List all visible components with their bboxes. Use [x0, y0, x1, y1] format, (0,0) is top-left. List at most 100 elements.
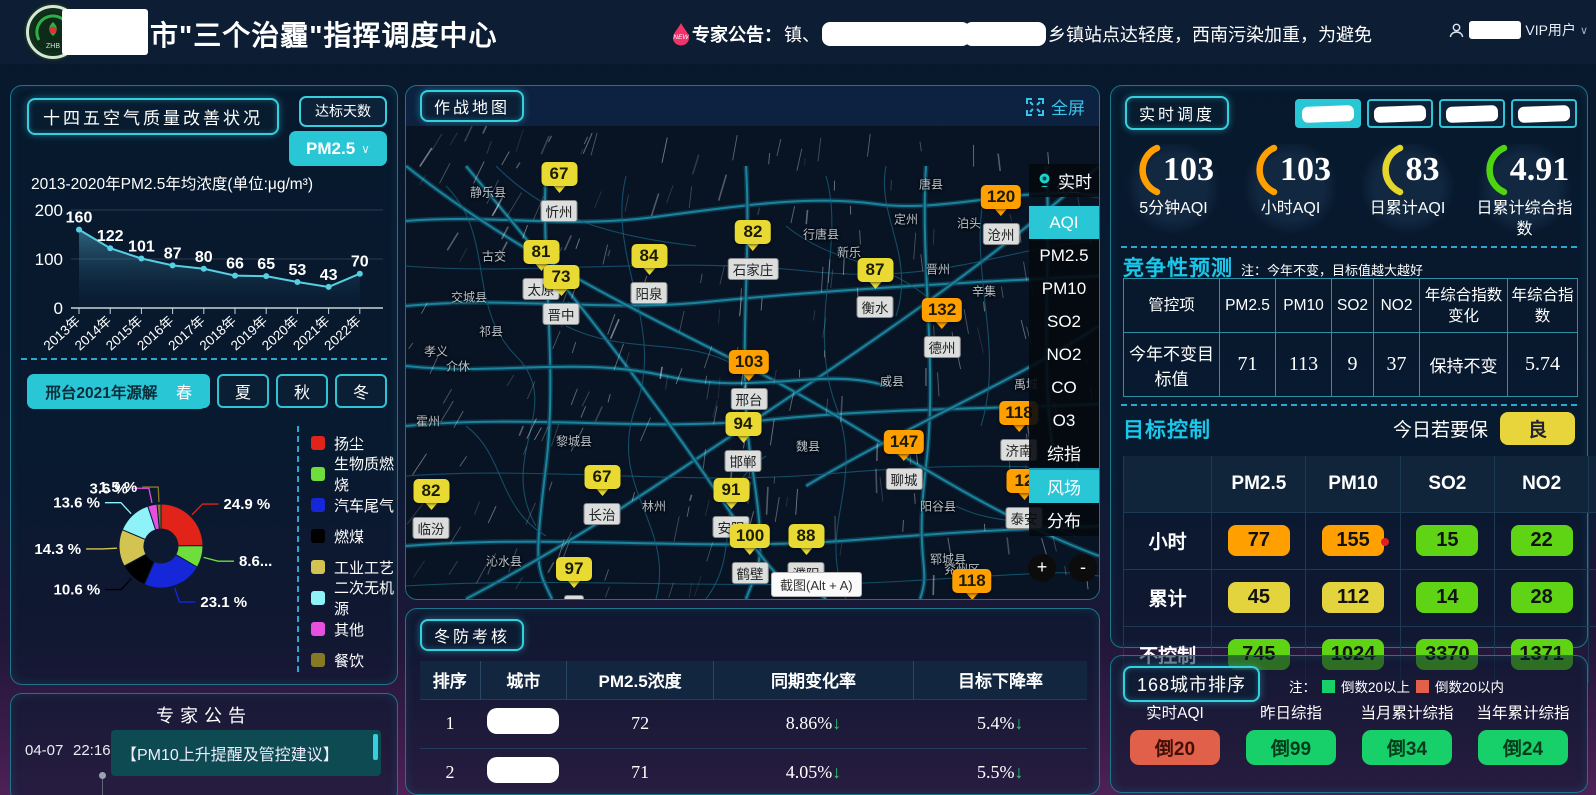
svg-text:160: 160	[66, 210, 93, 227]
map-menu-item-风场[interactable]: 风场	[1029, 470, 1099, 503]
ranking-legend-swatch	[1416, 680, 1429, 693]
target-col-PM10: PM10	[1306, 456, 1400, 512]
city-marker-沧州[interactable]: 120沧州	[981, 185, 1021, 245]
map-menu-item-分布[interactable]: 分布	[1029, 503, 1099, 536]
city-marker-忻州[interactable]: 67忻州	[541, 162, 578, 222]
city-marker-衡水[interactable]: 87衡水	[857, 258, 894, 318]
prediction-table: 管控项PM2.5PM10SO2NO2年综合指数变化年综合指数 今年不变目标值71…	[1123, 278, 1578, 397]
ranking-column-label: 实时AQI	[1120, 704, 1230, 724]
gauge-label: 日累计综合指数	[1470, 198, 1580, 240]
map-menu-item-PM10[interactable]: PM10	[1029, 272, 1099, 305]
map-menu-item-AQI[interactable]: AQI	[1029, 206, 1099, 239]
target-col-row-label	[1124, 456, 1212, 512]
map-canvas[interactable]: 静乐县唐县任丘定州河间行唐县新乐泊头古交晋州辛集交城县祁县孝义介休威县禹城齐河县…	[406, 126, 1099, 599]
city-marker-德州[interactable]: 132德州	[922, 298, 962, 358]
city-marker-临汾[interactable]: 82临汾	[413, 479, 450, 539]
svg-text:1.5 %: 1.5 %	[99, 479, 137, 496]
dispatch-tab-4[interactable]	[1511, 99, 1577, 128]
svg-text:87: 87	[164, 245, 182, 262]
redacted-username	[1469, 21, 1521, 39]
user-menu[interactable]: VIP用户 ∨	[1448, 20, 1588, 40]
dispatch-tab-3[interactable]	[1439, 99, 1505, 128]
svg-text:101: 101	[128, 239, 155, 256]
map-label-黎城县: 黎城县	[556, 433, 592, 450]
prediction-note: 注：今年不变，目标值越大越好	[1241, 260, 1423, 279]
marker-pointer	[737, 436, 749, 449]
svg-text:53: 53	[289, 262, 307, 279]
marker-value: 147	[884, 430, 924, 454]
scrollbar[interactable]	[373, 734, 378, 760]
marker-city-label: 忻州	[541, 200, 578, 222]
marker-value: 94	[725, 412, 761, 436]
city-marker-聊城[interactable]: 147聊城	[884, 430, 924, 490]
redacted-tab-label	[1518, 105, 1571, 123]
marker-city-label: 邢台	[731, 388, 768, 410]
map-title: 作战地图	[420, 90, 524, 122]
marker-pointer	[555, 289, 567, 302]
expert-announcement-ticker[interactable]: NEW 专家公告： 镇、 乡镇站点达轻度，西南污染加重，为避免	[672, 20, 1442, 48]
target-control-title: 目标控制	[1123, 419, 1211, 442]
svg-text:66: 66	[226, 256, 244, 273]
season-tab-秋[interactable]: 秋	[276, 374, 328, 408]
marker-value: 82	[413, 479, 449, 503]
map-menu-item-综指[interactable]: 综指	[1029, 437, 1099, 470]
svg-text:70: 70	[351, 254, 369, 271]
fullscreen-button[interactable]: 全屏	[1026, 94, 1085, 119]
city-marker-晋中[interactable]: 73晋中	[543, 265, 580, 325]
user-label: VIP用户	[1525, 20, 1576, 40]
marker-value: 132	[922, 298, 962, 322]
dispatch-tab-1[interactable]	[1295, 99, 1361, 128]
map-menu-item-PM2.5[interactable]: PM2.5	[1029, 239, 1099, 272]
reach-days-button[interactable]: 达标天数	[299, 96, 387, 127]
city-marker-鹤壁[interactable]: 100鹤壁	[730, 524, 770, 584]
map-menu-realtime[interactable]: 实时	[1029, 164, 1099, 197]
table-row: 1728.86%↓5.4%↓	[420, 699, 1087, 748]
value-badge: 112	[1322, 582, 1384, 613]
map-menu-item-NO2[interactable]: NO2	[1029, 338, 1099, 371]
season-tab-春[interactable]: 春	[158, 374, 210, 408]
map-menu-item-SO2[interactable]: SO2	[1029, 305, 1099, 338]
map-label-孝义: 孝义	[424, 343, 448, 360]
target-note-label: 今日若要保	[1393, 415, 1488, 442]
pollutant-dropdown[interactable]: PM2.5 ∨	[289, 131, 387, 166]
winter-col-目标下降率: 目标下降率	[914, 661, 1087, 699]
city-marker-97[interactable]: 97	[556, 557, 592, 599]
map-menu-item-O3[interactable]: O3	[1029, 404, 1099, 437]
city-marker-石家庄[interactable]: 82石家庄	[728, 220, 779, 280]
target-col-SO2: SO2	[1400, 456, 1494, 512]
divider	[1121, 246, 1577, 248]
marker-pointer	[800, 548, 812, 561]
city-marker-邯郸[interactable]: 94邯郸	[725, 412, 762, 472]
user-icon	[1448, 22, 1465, 39]
map-label-霍州: 霍州	[416, 413, 440, 430]
city-marker-阳泉[interactable]: 84阳泉	[631, 244, 668, 304]
marker-city-label	[564, 595, 584, 599]
gauge-value: 83	[1406, 151, 1440, 189]
down-arrow-icon: ↓	[832, 762, 841, 782]
map-zoom-out-button[interactable]: -	[1069, 554, 1097, 582]
target-col-CO: CO	[1589, 456, 1596, 512]
city-marker-长治[interactable]: 67长治	[584, 465, 621, 525]
redacted-city-name	[62, 9, 148, 55]
down-arrow-icon: ↓	[1015, 762, 1024, 782]
pie-legend: 扬尘生物质燃烧汽车尾气燃煤工业工艺二次无机源其他餐饮	[311, 428, 397, 675]
map-menu-item-CO[interactable]: CO	[1029, 371, 1099, 404]
winter-col-城市: 城市	[480, 661, 567, 699]
ranking-column-label: 当月累计综指	[1352, 704, 1462, 724]
legend-swatch	[311, 560, 325, 574]
map-label-行唐县: 行唐县	[803, 226, 839, 243]
marker-pointer	[725, 502, 737, 515]
marker-pointer	[568, 581, 580, 594]
expert-message-item[interactable]: 【PM10上升提醒及管控建议】	[111, 730, 381, 776]
map-zoom-in-button[interactable]: +	[1028, 554, 1056, 582]
city-marker-118[interactable]: 118	[952, 569, 991, 599]
dispatch-tab-2[interactable]	[1367, 99, 1433, 128]
season-tab-夏[interactable]: 夏	[217, 374, 269, 408]
value-badge: 28	[1511, 582, 1573, 613]
svg-text:0: 0	[54, 299, 63, 318]
season-tab-冬[interactable]: 冬	[335, 374, 387, 408]
gauge-display: 103	[1250, 144, 1331, 196]
city-marker-邢台[interactable]: 103邢台	[729, 350, 769, 410]
pm25-trend-line-chart: 01002001602013年1222014年1012015年872016年80…	[17, 186, 393, 358]
value-badge: 14	[1416, 582, 1478, 613]
